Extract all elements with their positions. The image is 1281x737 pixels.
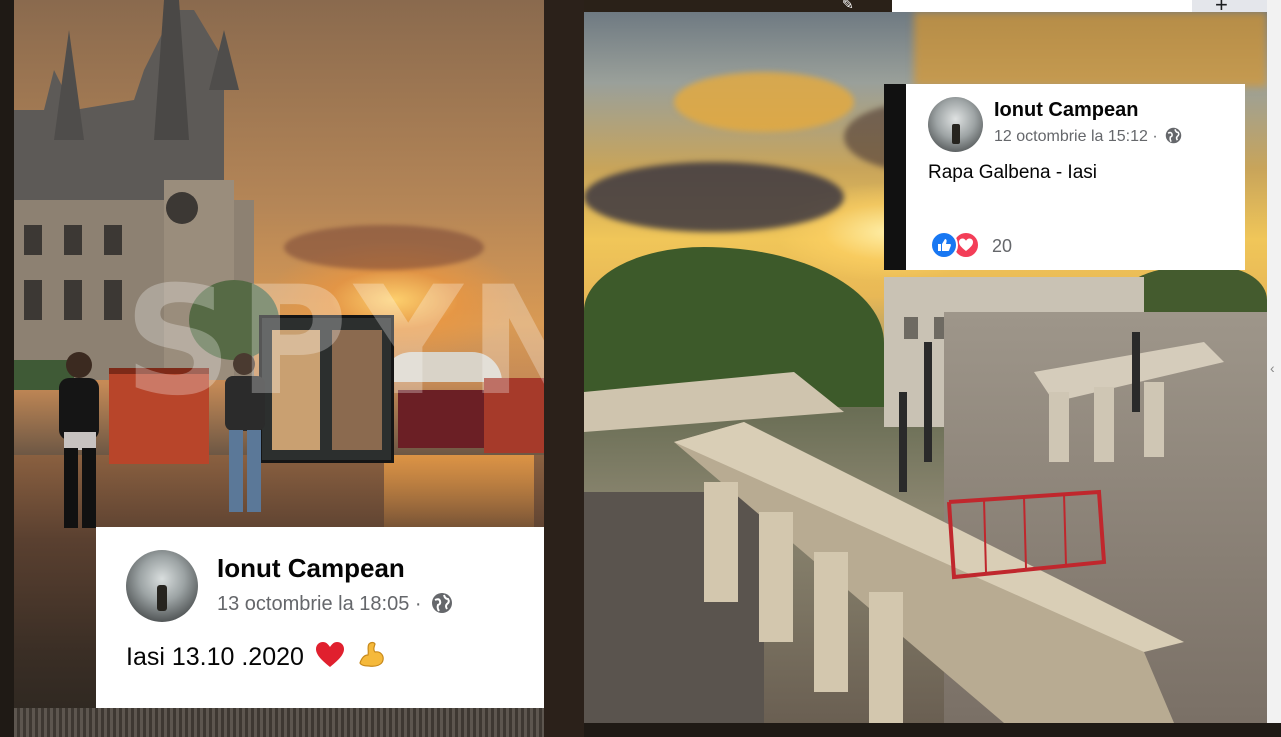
watermark: SPYNE [124, 255, 544, 429]
facebook-post-card: Ionut Campean 12 octombrie la 15:12 · Ra… [906, 84, 1245, 270]
pin-icon: ✎ [842, 0, 854, 12]
post-meta: 13 octombrie la 18:05 · [217, 592, 453, 616]
post-caption: Iasi 13.10 .2020 [126, 643, 304, 671]
post-text: Rapa Galbena - Iasi [928, 162, 1097, 183]
post-text: Iasi 13.10 .2020 [126, 639, 386, 672]
street-lamp [1132, 332, 1140, 412]
facebook-post-card: Ionut Campean 13 octombrie la 18:05 · Ia… [96, 527, 544, 708]
post-meta: 12 octombrie la 15:12 · [994, 127, 1182, 146]
street-lamp [899, 392, 907, 492]
avatar[interactable] [928, 97, 983, 152]
chevron-left-icon[interactable]: ‹ [1270, 360, 1275, 376]
thumbs-up-icon [938, 239, 951, 251]
post-author[interactable]: Ionut Campean [217, 553, 405, 584]
red-heart-icon [315, 642, 344, 667]
bottom-border [584, 723, 1281, 737]
globe-icon [1165, 127, 1182, 144]
plus-icon[interactable]: + [1215, 0, 1228, 16]
post-author[interactable]: Ionut Campean [994, 99, 1138, 122]
card-shadow-bar [884, 84, 906, 270]
flexed-biceps-icon [359, 641, 384, 667]
left-edge [0, 0, 14, 737]
drain-grate [14, 708, 544, 737]
panel-divider [544, 0, 584, 737]
post-date[interactable]: 12 octombrie la 15:12 · [994, 128, 1158, 145]
globe-icon [432, 593, 453, 613]
heart-icon [959, 238, 973, 251]
street-lamp [924, 342, 932, 462]
like-reaction-icon [930, 231, 958, 259]
add-button[interactable] [1192, 0, 1267, 12]
avatar[interactable] [126, 550, 198, 622]
post-date[interactable]: 13 octombrie la 18:05 · [217, 593, 422, 615]
woman-walking [59, 352, 99, 528]
reaction-count[interactable]: 20 [992, 236, 1012, 257]
